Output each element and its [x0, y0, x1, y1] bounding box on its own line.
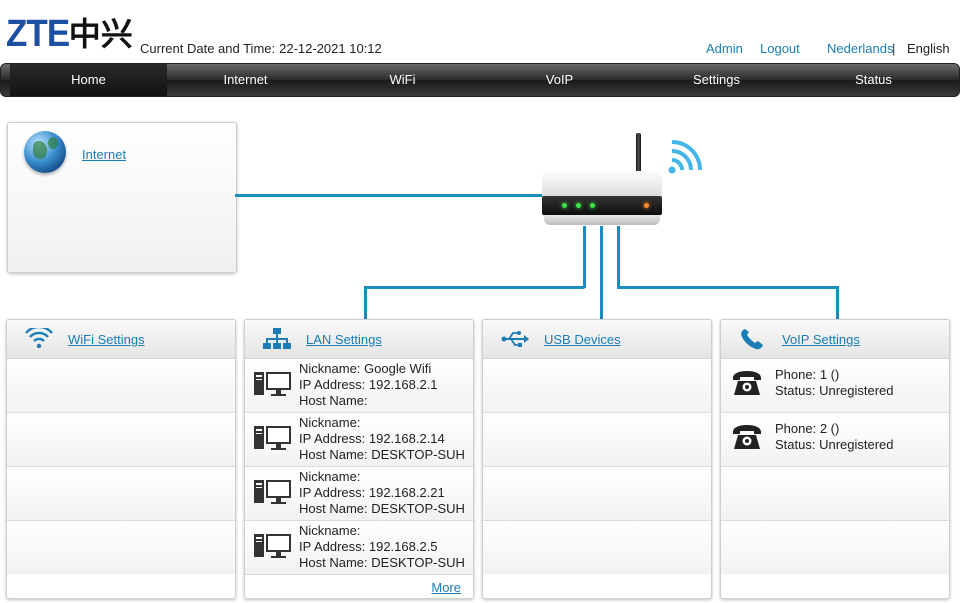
device-hostname: Host Name: DESKTOP-SUH	[299, 555, 465, 570]
nav-settings[interactable]: Settings	[638, 64, 795, 96]
lan-device-row: Nickname: IP Address: 192.168.2.21 Host …	[245, 467, 473, 521]
list-item	[483, 521, 711, 574]
phone-label: Phone: 1 ()	[775, 367, 840, 382]
list-item	[7, 467, 235, 521]
logo-text: ZTE	[6, 13, 70, 55]
voip-panel: VoIP Settings Phone: 1 () Status: Unregi…	[720, 319, 950, 599]
device-nickname: Nickname:	[299, 523, 361, 538]
lan-connection-line-horizontal	[364, 286, 586, 289]
wifi-panel: WiFi Settings	[6, 319, 236, 599]
nav-status[interactable]: Status	[795, 64, 952, 96]
list-item	[483, 413, 711, 467]
telephone-icon	[733, 371, 761, 395]
wifi-icon	[25, 328, 53, 349]
list-item	[483, 359, 711, 413]
list-item	[7, 413, 235, 467]
list-item	[721, 467, 949, 521]
voip-connection-line-horizontal	[617, 286, 839, 289]
device-nickname: Nickname:	[299, 469, 361, 484]
wifi-settings-link[interactable]: WiFi Settings	[68, 332, 145, 347]
lan-connection-line-drop	[364, 286, 367, 319]
more-link[interactable]: More	[431, 580, 461, 595]
voip-connection-line-vertical	[617, 226, 620, 288]
logout-link[interactable]: Logout	[760, 41, 800, 56]
computer-icon	[254, 372, 291, 396]
list-item	[721, 521, 949, 574]
phone-handset-icon	[741, 329, 763, 350]
phone-label: Phone: 2 ()	[775, 421, 840, 436]
list-item	[7, 359, 235, 413]
admin-link[interactable]: Admin	[706, 41, 743, 56]
lan-device-row: Nickname: Google Wifi IP Address: 192.16…	[245, 359, 473, 413]
device-hostname: Host Name: DESKTOP-SUH	[299, 501, 465, 516]
lan-device-row: Nickname: IP Address: 192.168.2.5 Host N…	[245, 521, 473, 575]
datetime-value: 22-12-2021 10:12	[279, 41, 382, 56]
lan-settings-link[interactable]: LAN Settings	[306, 332, 382, 347]
voip-phone-row: Phone: 2 () Status: Unregistered	[721, 413, 949, 467]
nav-home[interactable]: Home	[10, 64, 167, 96]
router-icon	[542, 171, 662, 227]
list-item	[483, 467, 711, 521]
language-separator: |	[892, 41, 896, 56]
wifi-signal-icon	[668, 140, 702, 174]
nav-internet[interactable]: Internet	[167, 64, 324, 96]
voip-settings-link[interactable]: VoIP Settings	[782, 332, 860, 347]
usb-icon	[501, 331, 529, 347]
nav-voip[interactable]: VoIP	[481, 64, 638, 96]
internet-link[interactable]: Internet	[82, 147, 126, 162]
device-hostname: Host Name: DESKTOP-SUH	[299, 447, 465, 462]
device-ip: IP Address: 192.168.2.14	[299, 431, 445, 446]
usb-panel: USB Devices	[482, 319, 712, 599]
usb-connection-line	[600, 226, 603, 319]
lan-connection-line-vertical	[583, 226, 586, 288]
logo-chinese-text: 中兴	[68, 15, 133, 53]
device-hostname: Host Name:	[299, 393, 368, 408]
language-nederlands-link[interactable]: Nederlands	[827, 41, 894, 56]
network-icon	[263, 328, 291, 349]
usb-devices-link[interactable]: USB Devices	[544, 332, 621, 347]
list-item	[7, 521, 235, 574]
language-english[interactable]: English	[907, 41, 950, 56]
internet-card: Internet	[7, 122, 237, 273]
device-ip: IP Address: 192.168.2.1	[299, 377, 438, 392]
device-nickname: Nickname:	[299, 415, 361, 430]
globe-icon	[24, 131, 66, 173]
voip-connection-line-drop	[836, 286, 839, 319]
computer-icon	[254, 480, 291, 504]
current-datetime: Current Date and Time: 22-12-2021 10:12	[140, 41, 386, 56]
device-ip: IP Address: 192.168.2.21	[299, 485, 445, 500]
phone-status: Status: Unregistered	[775, 383, 894, 398]
telephone-icon	[733, 425, 761, 449]
nav-wifi[interactable]: WiFi	[324, 64, 481, 96]
router-antenna	[636, 133, 641, 173]
zte-logo: ZTE 中兴	[6, 14, 133, 54]
lan-device-row: Nickname: IP Address: 192.168.2.14 Host …	[245, 413, 473, 467]
phone-status: Status: Unregistered	[775, 437, 894, 452]
device-nickname: Nickname: Google Wifi	[299, 361, 432, 376]
internet-connection-line	[235, 194, 544, 197]
voip-phone-row: Phone: 1 () Status: Unregistered	[721, 359, 949, 413]
main-navigation: Home Internet WiFi VoIP Settings Status	[0, 63, 960, 97]
computer-icon	[254, 534, 291, 558]
device-ip: IP Address: 192.168.2.5	[299, 539, 438, 554]
lan-panel: LAN Settings Nickname: Google Wifi IP Ad…	[244, 319, 474, 599]
computer-icon	[254, 426, 291, 450]
datetime-label: Current Date and Time:	[140, 41, 276, 56]
